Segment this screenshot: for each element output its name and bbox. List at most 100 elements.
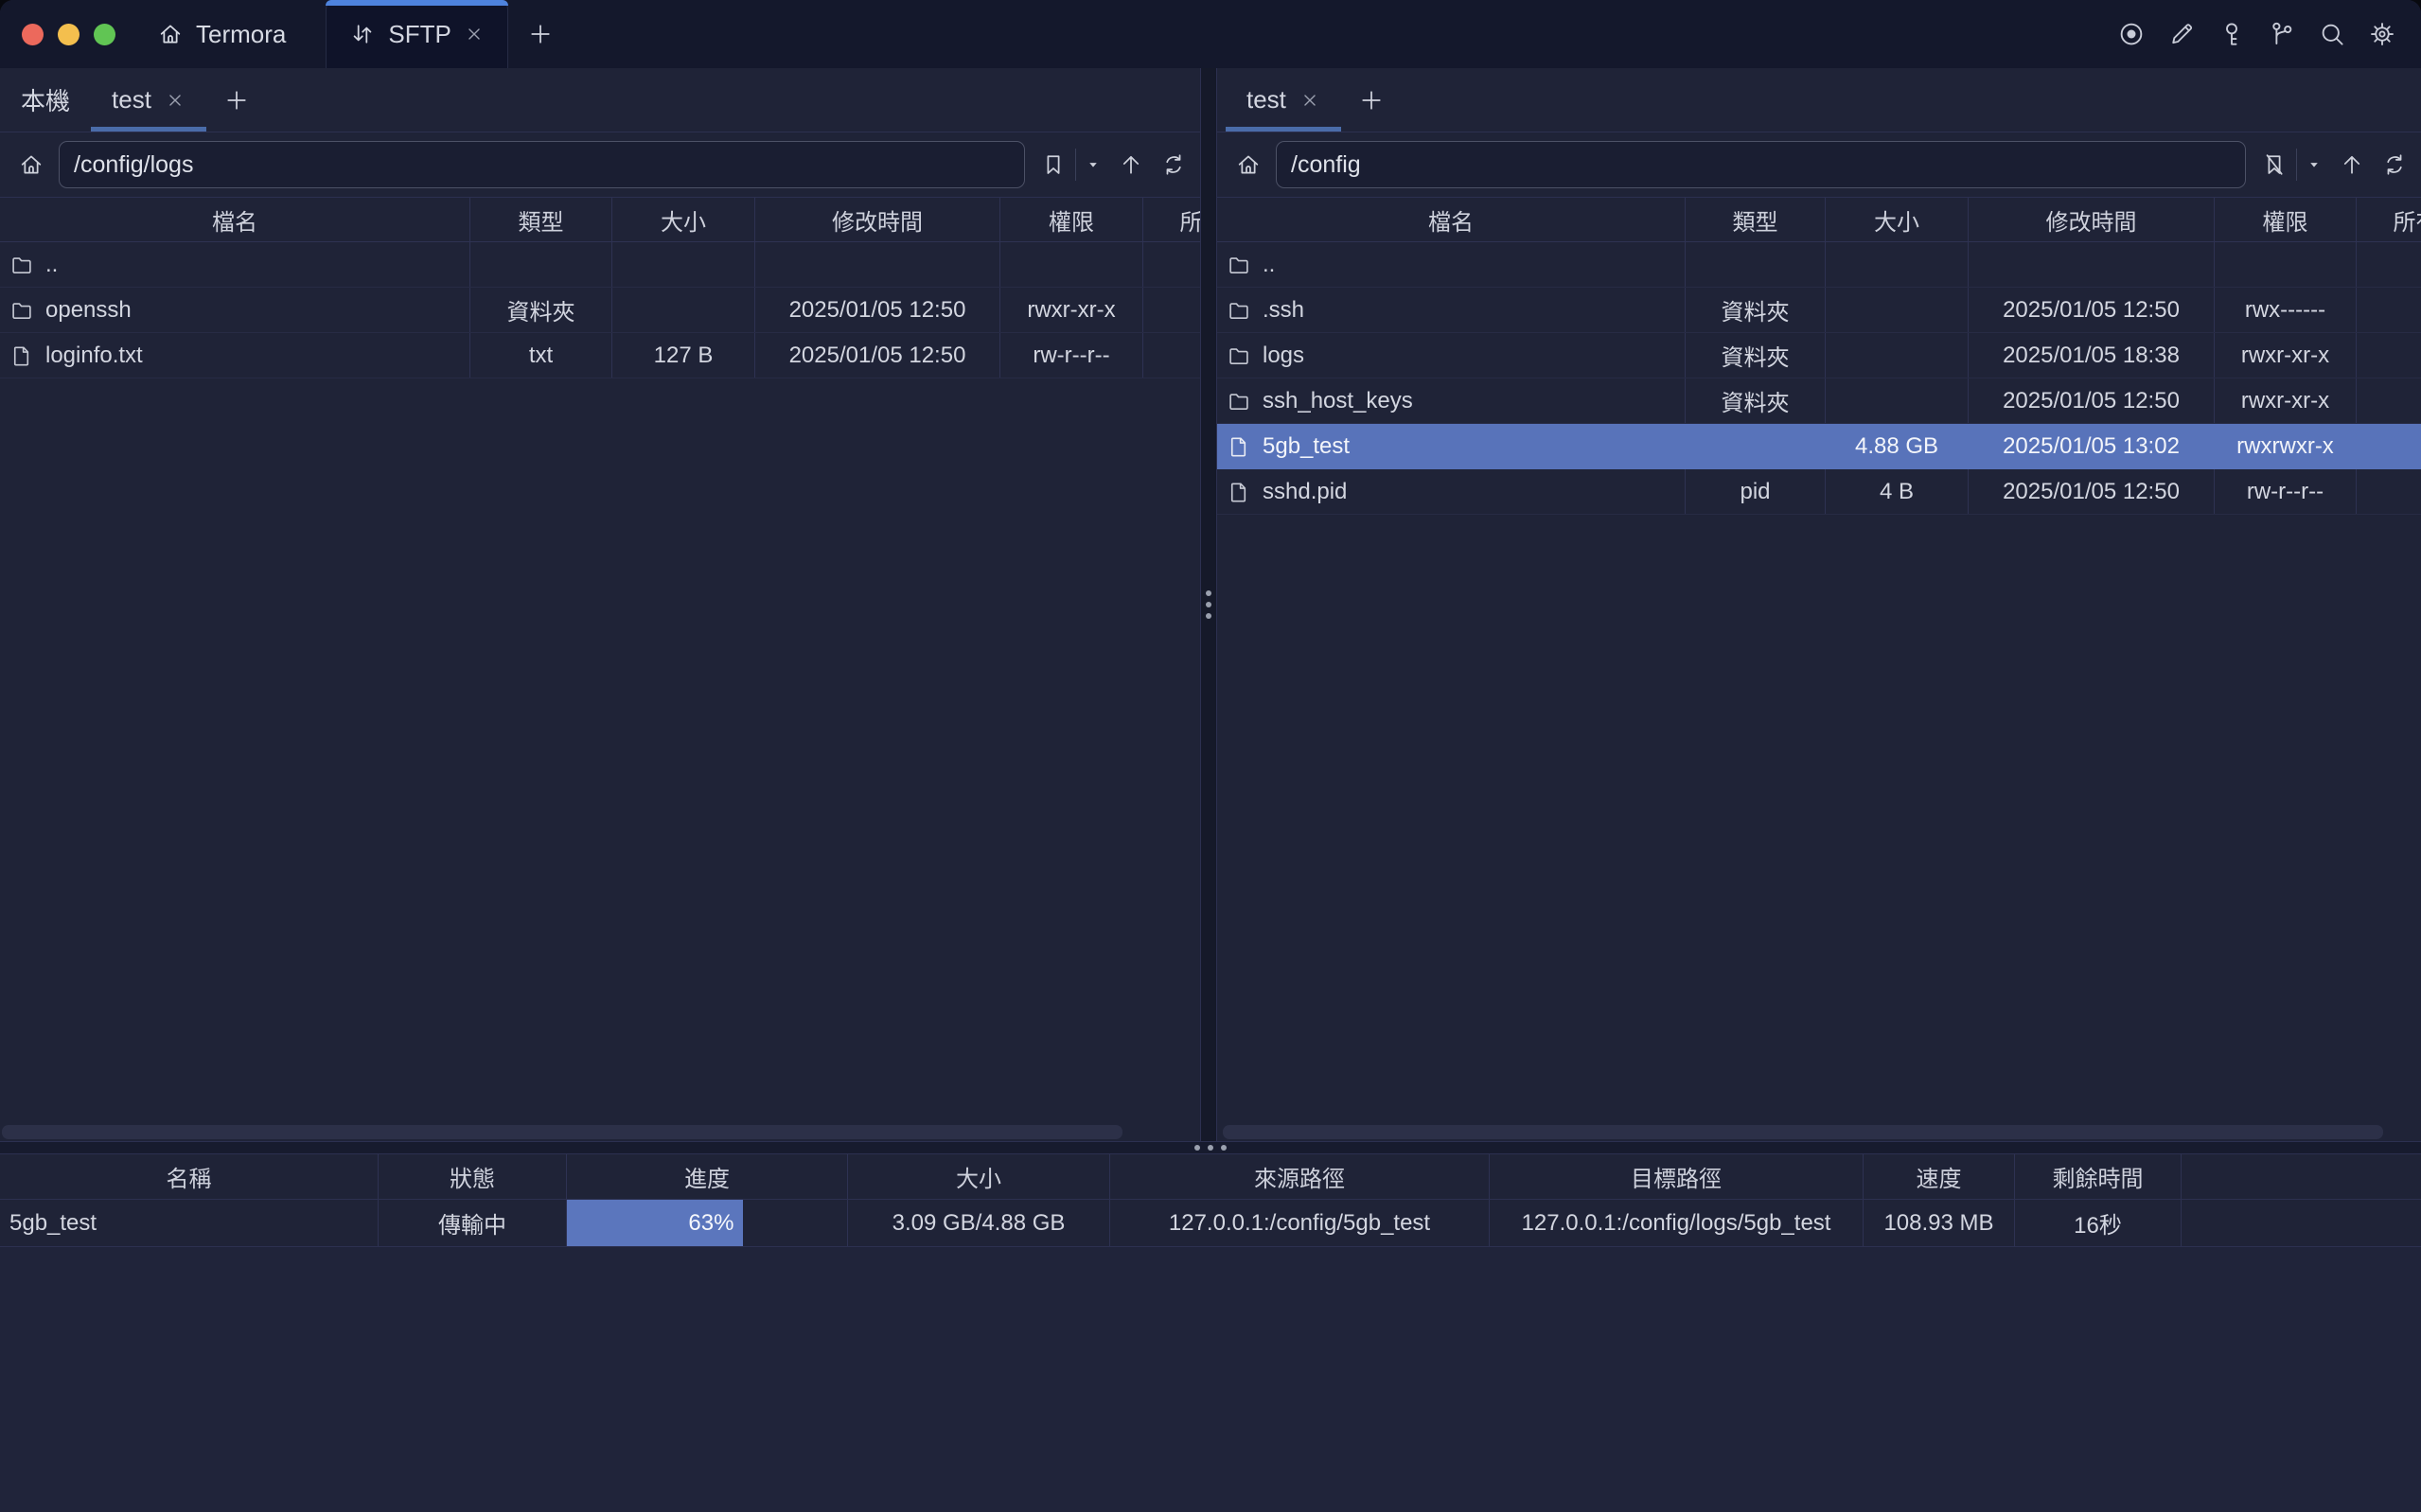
column-header-modified[interactable]: 修改時間 [1969, 198, 2215, 241]
transfer-remaining-time: 16秒 [2015, 1200, 2182, 1246]
titlebar-actions [2117, 0, 2421, 68]
close-icon[interactable] [1299, 90, 1320, 111]
file-icon [9, 343, 34, 368]
file-name: ssh_host_keys [1263, 388, 1413, 414]
file-row[interactable]: .ssh 資料夾 2025/01/05 12:50 rwx------ [1217, 288, 2421, 333]
search-icon[interactable] [2318, 20, 2346, 48]
pane-splitter[interactable] [1200, 68, 1217, 1141]
file-size [1826, 242, 1969, 287]
tab-sftp-label: SFTP [388, 20, 451, 49]
chevron-down-icon[interactable] [1085, 156, 1102, 173]
column-header-type[interactable]: 類型 [470, 198, 612, 241]
new-tab-button[interactable] [508, 0, 573, 68]
column-header-name[interactable]: 檔名 [1217, 198, 1686, 241]
file-row[interactable]: ssh_host_keys 資料夾 2025/01/05 12:50 rwxr-… [1217, 378, 2421, 424]
right-pane-empty-area [1217, 515, 2421, 1122]
plus-icon [223, 87, 250, 114]
settings-icon[interactable] [2368, 20, 2396, 48]
file-row[interactable]: openssh 資料夾 2025/01/05 12:50 rwxr-xr-x [0, 288, 1200, 333]
column-header-name[interactable]: 檔名 [0, 198, 470, 241]
file-owner [2357, 242, 2421, 287]
column-header-modified[interactable]: 修改時間 [755, 198, 1000, 241]
column-header-blank [2182, 1154, 2421, 1199]
file-row[interactable]: logs 資料夾 2025/01/05 18:38 rwxr-xr-x [1217, 333, 2421, 378]
refresh-icon[interactable] [1160, 151, 1187, 178]
file-owner [2357, 378, 2421, 423]
pane-tab-test[interactable]: test [91, 68, 206, 132]
edit-icon[interactable] [2167, 20, 2196, 48]
file-type: 資料夾 [1686, 333, 1826, 378]
titlebar: Termora SFTP [0, 0, 2421, 68]
path-input[interactable] [59, 141, 1025, 188]
minimize-window-button[interactable] [58, 24, 80, 45]
tab-termora[interactable]: Termora [142, 0, 326, 68]
file-row[interactable]: loginfo.txt txt 127 B 2025/01/05 12:50 r… [0, 333, 1200, 378]
column-header-size[interactable]: 大小 [1826, 198, 1969, 241]
file-owner [2357, 333, 2421, 378]
record-icon[interactable] [2117, 20, 2146, 48]
traffic-lights [0, 0, 142, 68]
file-modified: 2025/01/05 12:50 [1969, 288, 2215, 332]
column-header-name[interactable]: 名稱 [0, 1154, 379, 1199]
file-type: pid [1686, 469, 1826, 514]
splitter-grip-icon [1206, 590, 1211, 619]
transfer-row[interactable]: 5gb_test 傳輸中 63% 3.09 GB/4.88 GB 127.0.0… [0, 1200, 2421, 1247]
chevron-down-icon[interactable] [2306, 156, 2323, 173]
close-icon[interactable] [165, 90, 186, 111]
close-icon[interactable] [464, 24, 485, 44]
column-header-remaining[interactable]: 剩餘時間 [2015, 1154, 2182, 1199]
app-window: Termora SFTP 本機 test [0, 0, 2421, 1512]
column-header-target[interactable]: 目標路徑 [1490, 1154, 1864, 1199]
file-modified: 2025/01/05 12:50 [755, 333, 1000, 378]
column-header-type[interactable]: 類型 [1686, 198, 1826, 241]
path-input[interactable] [1276, 141, 2246, 188]
key-icon[interactable] [2218, 20, 2246, 48]
home-button[interactable] [1228, 151, 1268, 178]
column-header-speed[interactable]: 速度 [1864, 1154, 2015, 1199]
parent-directory-button[interactable] [1118, 151, 1144, 178]
column-header-source[interactable]: 來源路徑 [1110, 1154, 1490, 1199]
file-permissions [1000, 242, 1143, 287]
file-row[interactable]: .. [0, 242, 1200, 288]
file-permissions: rw-r--r-- [2215, 469, 2357, 514]
file-row[interactable]: .. [1217, 242, 2421, 288]
close-window-button[interactable] [22, 24, 44, 45]
branch-icon[interactable] [2268, 20, 2296, 48]
column-header-permissions[interactable]: 權限 [2215, 198, 2357, 241]
home-button[interactable] [11, 151, 51, 178]
transfer-panel-splitter[interactable] [0, 1141, 2421, 1154]
add-pane-tab-button[interactable] [1343, 68, 1400, 132]
pane-tab-test[interactable]: test [1226, 68, 1341, 132]
file-size [612, 242, 755, 287]
column-header-status[interactable]: 狀態 [379, 1154, 567, 1199]
file-name: openssh [45, 297, 132, 324]
pane-tab-label: test [112, 85, 151, 114]
bookmark-icon[interactable] [1040, 151, 1067, 178]
file-row-selected[interactable]: 5gb_test 4.88 GB 2025/01/05 13:02 rwxrwx… [1217, 424, 2421, 469]
file-modified: 2025/01/05 18:38 [1969, 333, 2215, 378]
file-permissions: rw-r--r-- [1000, 333, 1143, 378]
column-header-permissions[interactable]: 權限 [1000, 198, 1143, 241]
column-header-size[interactable]: 大小 [612, 198, 755, 241]
column-header-size[interactable]: 大小 [848, 1154, 1110, 1199]
left-path-bar [0, 132, 1200, 197]
parent-directory-button[interactable] [2339, 151, 2365, 178]
file-type [470, 242, 612, 287]
transfer-target-path: 127.0.0.1:/config/logs/5gb_test [1490, 1200, 1864, 1246]
scrollbar-thumb[interactable] [2, 1125, 1122, 1139]
file-size: 4.88 GB [1826, 424, 1969, 468]
column-header-progress[interactable]: 進度 [567, 1154, 848, 1199]
zoom-window-button[interactable] [94, 24, 115, 45]
refresh-icon[interactable] [2381, 151, 2408, 178]
column-header-owner[interactable]: 所有者 [2357, 198, 2421, 241]
file-row[interactable]: sshd.pid pid 4 B 2025/01/05 12:50 rw-r--… [1217, 469, 2421, 515]
file-size [1826, 333, 1969, 378]
bookmark-slash-icon[interactable] [2261, 151, 2288, 178]
scrollbar-thumb[interactable] [1223, 1125, 2383, 1139]
right-table-header: 檔名 類型 大小 修改時間 權限 所有者 [1217, 197, 2421, 242]
pane-tab-local[interactable]: 本機 [0, 68, 91, 132]
splitter-grip-icon [1194, 1145, 1227, 1151]
tab-sftp[interactable]: SFTP [326, 0, 507, 68]
column-header-owner[interactable]: 所有者 [1143, 198, 1200, 241]
add-pane-tab-button[interactable] [208, 68, 265, 132]
